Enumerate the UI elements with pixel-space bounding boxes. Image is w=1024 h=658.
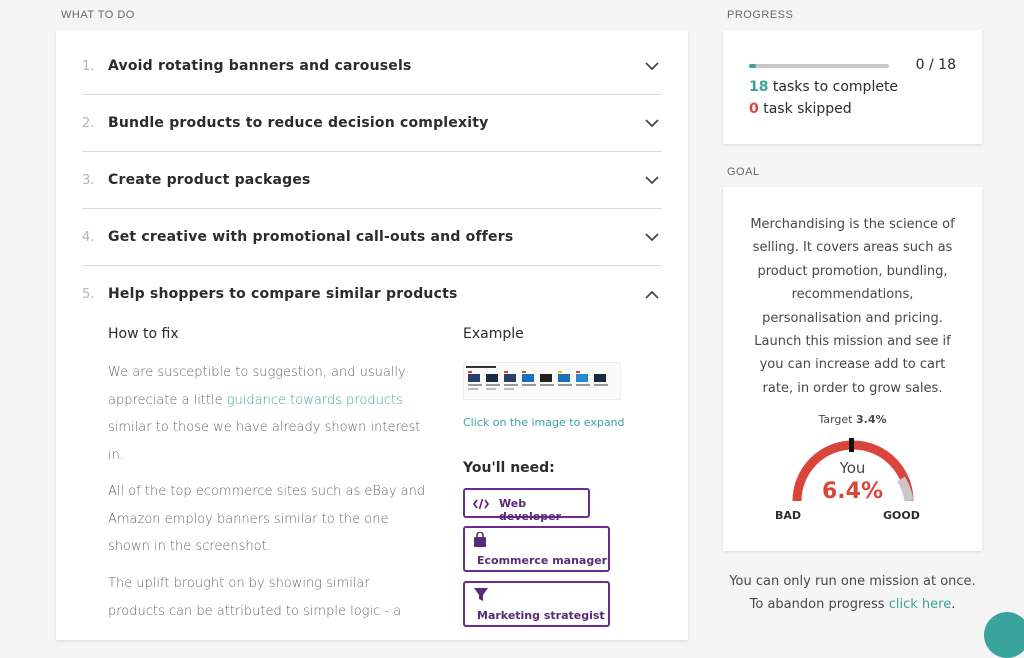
role-label: Web developer — [499, 497, 562, 523]
task-number: 1. — [82, 58, 95, 74]
tasks-card: 1. Avoid rotating banners and carousels … — [56, 30, 688, 640]
goal-heading: GOAL — [727, 166, 760, 178]
abandon-link[interactable]: click here — [889, 597, 951, 612]
chevron-up-icon[interactable] — [642, 284, 662, 304]
example-screenshot[interactable] — [463, 362, 621, 400]
guidance-link[interactable]: guidance towards products — [227, 393, 403, 408]
funnel-icon — [474, 588, 488, 601]
you-will-need-heading: You'll need: — [463, 460, 555, 476]
goal-card: Merchandising is the science of selling.… — [723, 187, 982, 551]
expand-image-link[interactable]: Click on the image to expand — [463, 416, 625, 429]
example-heading: Example — [463, 326, 524, 342]
role-web-developer[interactable]: Web developer — [463, 488, 590, 523]
task-item-3[interactable]: 3. Create product packages — [82, 152, 662, 209]
task-title: Bundle products to reduce decision compl… — [108, 115, 489, 131]
skipped-count: 0 — [749, 101, 759, 117]
gauge-good-label: GOOD — [883, 509, 920, 522]
progress-count: 0 / 18 — [915, 57, 956, 73]
progress-bar-fill — [749, 64, 756, 68]
chevron-down-icon[interactable] — [642, 170, 662, 190]
chat-button[interactable] — [984, 612, 1024, 658]
task-title: Get creative with promotional call-outs … — [108, 229, 514, 245]
role-ecommerce-manager[interactable]: Ecommerce manager — [463, 526, 610, 572]
task-number: 2. — [82, 115, 95, 131]
progress-heading: PROGRESS — [727, 9, 794, 21]
gauge-bad-label: BAD — [775, 509, 802, 522]
skipped-text: task skipped — [758, 101, 852, 117]
what-to-do-heading: WHAT TO DO — [61, 9, 135, 21]
note-end: . — [951, 597, 956, 612]
you-label: You — [839, 459, 866, 477]
task-item-1[interactable]: 1. Avoid rotating banners and carousels — [82, 38, 662, 95]
task-number: 3. — [82, 172, 95, 188]
code-icon — [473, 498, 489, 510]
role-label: Marketing strategist — [477, 609, 605, 622]
chevron-down-icon[interactable] — [642, 227, 662, 247]
task-title: Create product packages — [108, 172, 311, 188]
goal-description: Merchandising is the science of selling.… — [750, 217, 955, 396]
tasks-count: 18 — [749, 79, 769, 95]
role-label: Ecommerce manager — [477, 554, 608, 567]
chevron-down-icon[interactable] — [642, 113, 662, 133]
paragraph-text: similar to those we have already shown i… — [108, 420, 421, 463]
progress-card: 0 / 18 18 tasks to complete 0 task skipp… — [723, 30, 982, 144]
howto-paragraph-3: The uplift brought on by showing similar… — [108, 576, 402, 619]
task-title: Avoid rotating banners and carousels — [108, 58, 412, 74]
howto-paragraph-2: All of the top ecommerce sites such as e… — [108, 484, 426, 554]
role-marketing-strategist[interactable]: Marketing strategist — [463, 581, 610, 627]
progress-bar — [749, 64, 889, 68]
task-item-4[interactable]: 4. Get creative with promotional call-ou… — [82, 209, 662, 266]
shopping-bag-icon — [474, 532, 486, 547]
how-to-fix-heading: How to fix — [108, 326, 179, 342]
task-number: 5. — [82, 286, 95, 302]
task-number: 4. — [82, 229, 95, 245]
tasks-text: tasks to complete — [768, 79, 899, 95]
tasks-skipped: 0 task skipped — [749, 101, 852, 117]
tasks-to-complete: 18 tasks to complete — [749, 79, 898, 95]
howto-paragraph-1: We are susceptible to suggestion, and us… — [108, 359, 428, 469]
gauge-target-marker — [849, 438, 854, 452]
mission-note: You can only run one mission at once. To… — [723, 570, 982, 616]
task-item-2[interactable]: 2. Bundle products to reduce decision co… — [82, 95, 662, 152]
task-item-5[interactable]: 5. Help shoppers to compare similar prod… — [82, 266, 662, 322]
you-value: 6.4% — [821, 479, 883, 504]
task-title: Help shoppers to compare similar product… — [108, 286, 458, 302]
chevron-down-icon[interactable] — [642, 56, 662, 76]
